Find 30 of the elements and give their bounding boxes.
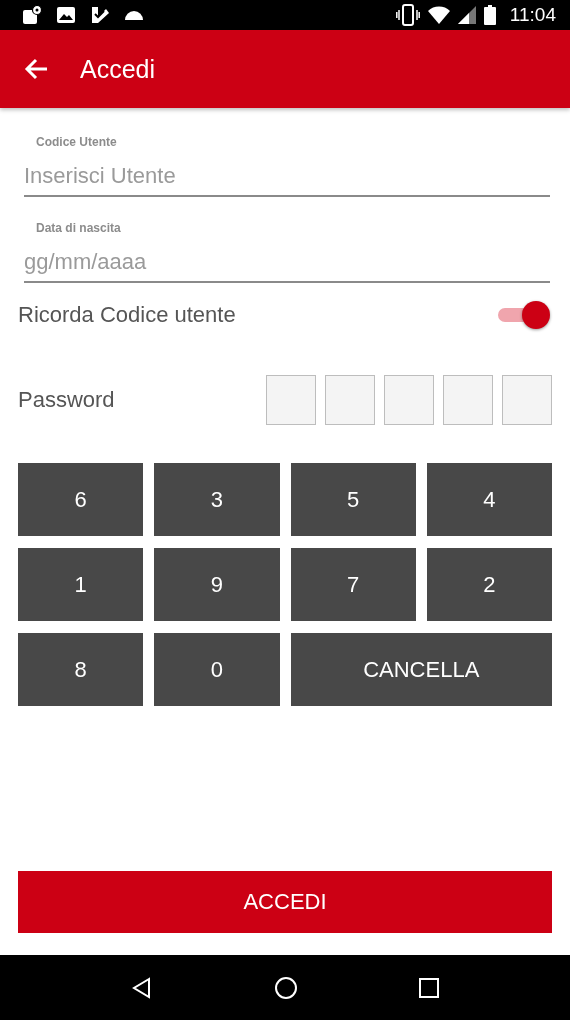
digit-key[interactable]: 6 <box>18 463 144 536</box>
field-label: Data di nascita <box>36 221 122 235</box>
clock-time: 11:04 <box>509 4 556 26</box>
wifi-icon <box>427 6 450 24</box>
image-icon <box>56 5 76 25</box>
digit-key[interactable]: 2 <box>426 548 552 621</box>
toggle-label: Ricorda Codice utente <box>18 302 236 328</box>
recents-icon[interactable] <box>419 977 440 998</box>
digit-key[interactable]: 1 <box>18 548 144 621</box>
home-icon[interactable] <box>274 975 298 1000</box>
screen-title: Accedi <box>80 54 156 84</box>
digit-key[interactable]: 9 <box>154 548 280 621</box>
digit-key[interactable]: 5 <box>290 463 416 536</box>
checkmark-icon <box>90 5 110 25</box>
back-icon[interactable] <box>130 976 153 999</box>
digit-key[interactable]: 8 <box>18 633 144 706</box>
digit-key[interactable]: 4 <box>426 463 552 536</box>
login-button[interactable]: ACCEDI <box>18 871 552 933</box>
toggle-switch[interactable] <box>498 300 550 330</box>
back-arrow-icon[interactable] <box>24 58 48 80</box>
delete-key[interactable]: CANCELLA <box>290 633 552 706</box>
map-icon <box>22 5 42 25</box>
digit-key[interactable]: 0 <box>154 633 280 706</box>
signal-icon <box>457 6 476 24</box>
battery-icon <box>483 5 496 25</box>
password-label: Password <box>18 387 115 413</box>
field-label: Codice Utente <box>36 135 118 149</box>
vibrate-icon <box>395 4 420 26</box>
digit-key[interactable]: 3 <box>154 463 280 536</box>
digit-key[interactable]: 7 <box>290 548 416 621</box>
